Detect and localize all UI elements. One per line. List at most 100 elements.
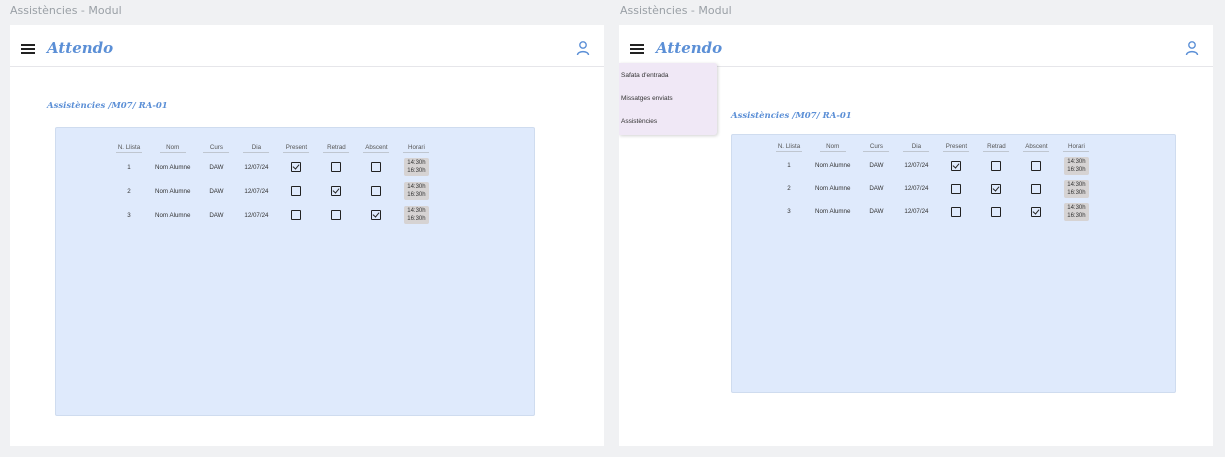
- absent-cell: [1016, 177, 1056, 200]
- frame-label: Assistències - Modul: [620, 4, 732, 17]
- absent-checkbox[interactable]: [371, 162, 382, 172]
- brand-logo: Attendo: [656, 39, 723, 57]
- column-header-label: Nom: [159, 144, 186, 153]
- schedule-end: 16:30h: [407, 192, 426, 198]
- column-header-label: Horari: [403, 144, 430, 153]
- present-checkbox[interactable]: [291, 186, 302, 196]
- schedule-end: 16:30h: [1067, 212, 1086, 219]
- drawer-item-attendance[interactable]: Assistències: [621, 118, 657, 125]
- schedule-end: 16:30h: [407, 216, 426, 222]
- table-row: 1 Nom Alumne DAW 12/07/24 14:30h 16:30h: [109, 155, 436, 179]
- drawer-item-sent[interactable]: Missatges enviats: [621, 95, 673, 102]
- present-cell: [936, 200, 976, 223]
- column-header: Horari: [396, 144, 436, 155]
- column-header-label: Dia: [243, 144, 270, 153]
- schedule-cell: 14:30h 16:30h: [1056, 200, 1096, 223]
- hamburger-menu-icon[interactable]: [21, 44, 35, 54]
- absent-checkbox[interactable]: [371, 186, 382, 196]
- date: 12/07/24: [244, 211, 269, 219]
- attendance-table: N. Llista Nom Curs Dia Present Retrad Abscent H…: [109, 144, 436, 227]
- late-cell: [976, 200, 1016, 223]
- table-row: 2 Nom Alumne DAW 12/07/24 14:30h 16:30h: [769, 177, 1096, 200]
- late-checkbox[interactable]: [991, 160, 1002, 171]
- student-name: Nom Alumne: [815, 162, 851, 169]
- schedule-start: 14:30h: [1067, 204, 1086, 211]
- schedule-cell: 14:30h 16:30h: [396, 203, 436, 227]
- schedule-cell: 14:30h 16:30h: [396, 179, 436, 203]
- date: 12/07/24: [244, 163, 269, 171]
- student-name: Nom Alumne: [155, 163, 191, 171]
- late-checkbox[interactable]: [331, 210, 342, 220]
- hamburger-menu-icon[interactable]: [630, 44, 644, 54]
- schedule-badge: 14:30h 16:30h: [404, 158, 429, 176]
- schedule-badge: 14:30h 16:30h: [1064, 156, 1089, 175]
- column-header-label: N. Llista: [776, 143, 802, 152]
- schedule-badge: 14:30h 16:30h: [404, 206, 429, 224]
- column-header-label: Horari: [1063, 143, 1090, 152]
- late-checkbox[interactable]: [331, 186, 342, 196]
- schedule-end: 16:30h: [407, 168, 426, 174]
- list-number: 3: [127, 211, 131, 219]
- date: 12/07/24: [904, 162, 929, 169]
- present-checkbox[interactable]: [951, 183, 962, 194]
- column-header: Present: [276, 144, 316, 155]
- course: DAW: [869, 185, 884, 192]
- late-cell: [316, 203, 356, 227]
- date: 12/07/24: [244, 187, 269, 195]
- column-header: Curs: [856, 143, 896, 154]
- list-number: 1: [127, 163, 131, 171]
- table-header-row: N. Llista Nom Curs Dia Present Retrad Abscent H…: [109, 144, 436, 155]
- column-header: N. Llista: [769, 143, 809, 154]
- schedule-badge: 14:30h 16:30h: [404, 182, 429, 200]
- column-header: Retrad: [976, 143, 1016, 154]
- column-header: Horari: [1056, 143, 1096, 154]
- late-checkbox[interactable]: [991, 183, 1002, 194]
- absent-checkbox[interactable]: [1031, 206, 1042, 217]
- student-name: Nom Alumne: [815, 185, 851, 192]
- column-header-label: Dia: [903, 143, 930, 152]
- column-header-label: Abscent: [1023, 143, 1050, 152]
- late-cell: [976, 154, 1016, 177]
- schedule-end: 16:30h: [1067, 166, 1086, 173]
- table-row: 2 Nom Alumne DAW 12/07/24 14:30h 16:30h: [109, 179, 436, 203]
- user-icon[interactable]: [1185, 40, 1199, 56]
- present-checkbox[interactable]: [291, 210, 302, 220]
- present-checkbox[interactable]: [291, 162, 302, 172]
- column-header: Abscent: [1016, 143, 1056, 154]
- course: DAW: [209, 163, 224, 171]
- student-name: Nom Alumne: [155, 187, 191, 195]
- column-header-label: N. Llista: [116, 144, 142, 153]
- late-checkbox[interactable]: [991, 206, 1002, 217]
- column-header-label: Curs: [863, 143, 890, 152]
- column-header: Curs: [196, 144, 236, 155]
- absent-cell: [1016, 200, 1056, 223]
- course: DAW: [869, 208, 884, 215]
- course: DAW: [209, 187, 224, 195]
- schedule-cell: 14:30h 16:30h: [1056, 177, 1096, 200]
- date: 12/07/24: [904, 208, 929, 215]
- absent-checkbox[interactable]: [371, 210, 382, 220]
- list-number: 3: [787, 208, 791, 215]
- schedule-start: 14:30h: [407, 208, 426, 214]
- table-row: 3 Nom Alumne DAW 12/07/24 14:30h 16:30h: [769, 200, 1096, 223]
- absent-cell: [1016, 154, 1056, 177]
- column-header: Present: [936, 143, 976, 154]
- late-checkbox[interactable]: [331, 162, 342, 172]
- course: DAW: [869, 162, 884, 169]
- schedule-end: 16:30h: [1067, 189, 1086, 196]
- table-header-row: N. Llista Nom Curs Dia Present Retrad Abscent H…: [769, 143, 1096, 154]
- column-header-label: Abscent: [363, 144, 390, 153]
- column-header-label: Curs: [203, 144, 230, 153]
- column-header-label: Nom: [819, 143, 846, 152]
- user-icon[interactable]: [576, 40, 590, 56]
- absent-checkbox[interactable]: [1031, 160, 1042, 171]
- drawer-item-inbox[interactable]: Safata d'entrada: [621, 72, 669, 79]
- present-checkbox[interactable]: [951, 206, 962, 217]
- column-header: N. Llista: [109, 144, 149, 155]
- absent-checkbox[interactable]: [1031, 183, 1042, 194]
- late-cell: [976, 177, 1016, 200]
- attendance-panel: N. Llista Nom Curs Dia Present Retrad Abscent H…: [55, 127, 535, 416]
- column-header-label: Retrad: [983, 143, 1010, 152]
- present-checkbox[interactable]: [951, 160, 962, 171]
- schedule-start: 14:30h: [1067, 181, 1086, 188]
